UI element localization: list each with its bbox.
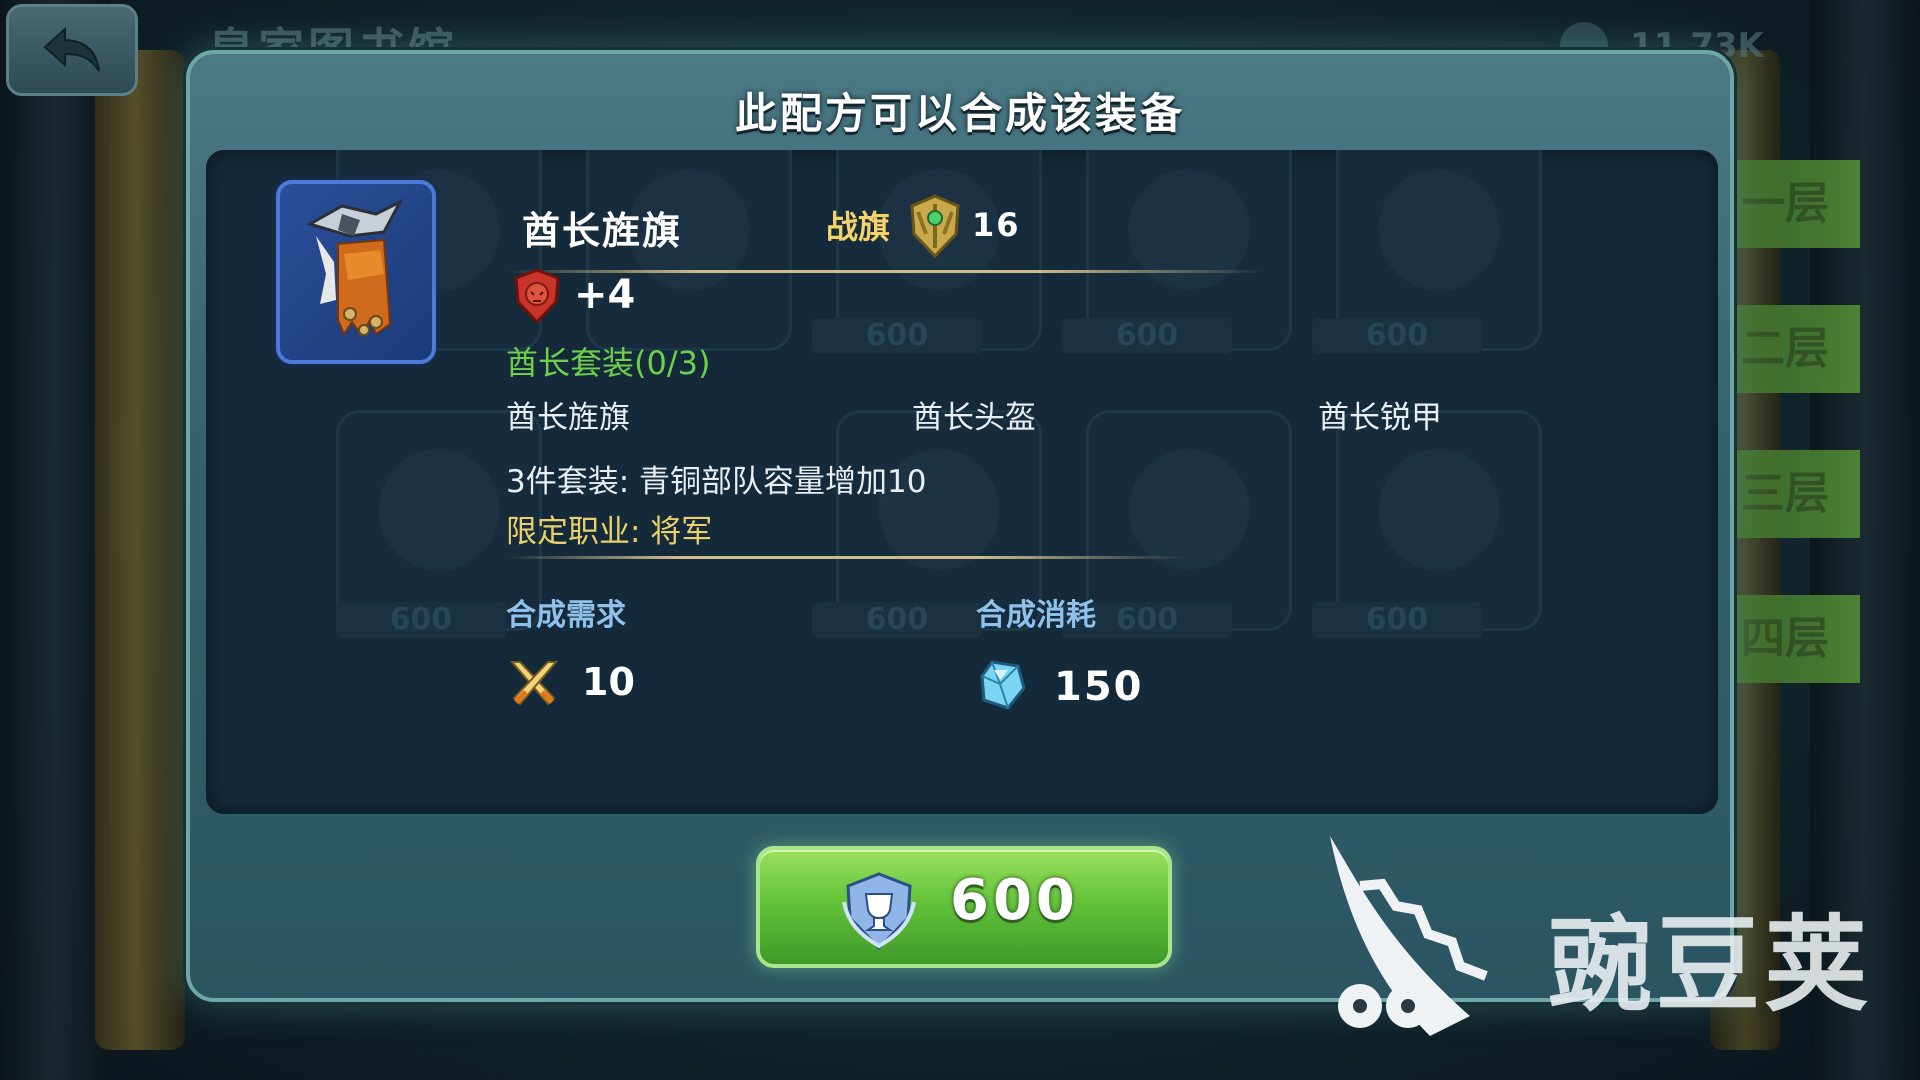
item-type: 战旗 — [826, 208, 891, 246]
ghost-price: 600 — [812, 318, 982, 354]
ghost-card — [1086, 410, 1292, 631]
back-button[interactable] — [6, 4, 138, 96]
banner-badge-icon — [910, 194, 960, 258]
ghost-price: 600 — [1312, 602, 1482, 638]
ghost-price: 600 — [812, 602, 982, 638]
back-arrow-icon — [43, 26, 100, 72]
set-title: 酋长套装(0/3) — [506, 344, 711, 382]
class-limit: 限定职业: 将军 — [506, 514, 713, 550]
requirement-value: 10 — [582, 660, 635, 704]
section-divider — [506, 556, 1186, 559]
item-name: 酋长旌旗 — [522, 209, 683, 253]
trophy-medal-icon — [842, 872, 916, 951]
crossed-swords-icon — [509, 661, 559, 706]
stat-value: +4 — [574, 272, 636, 318]
ghost-card — [1336, 410, 1542, 631]
item-portrait — [276, 180, 436, 364]
dialog-title: 此配方可以合成该装备 — [734, 89, 1185, 138]
watermark-text: 豌豆荚 — [1548, 904, 1873, 1026]
lion-crest-icon — [514, 268, 560, 324]
cost-value: 150 — [1054, 664, 1144, 710]
set-piece: 酋长锐甲 — [1318, 400, 1442, 436]
banner-icon — [306, 198, 404, 338]
blue-crystal-icon — [980, 660, 1026, 710]
set-piece: 酋长头盔 — [912, 400, 1036, 436]
set-bonus: 3件套装: 青铜部队容量增加10 — [506, 464, 927, 500]
set-piece: 酋长旌旗 — [506, 400, 630, 436]
item-level: 16 — [972, 206, 1021, 244]
background-pillar — [0, 0, 110, 1080]
ghost-price: 600 — [1062, 318, 1232, 354]
pea-pod-logo — [1330, 836, 1488, 1036]
item-detail-panel: 600 600 600 600 600 600 600 酋长旌旗 战旗 16 +… — [206, 150, 1718, 814]
confirm-price: 600 — [950, 868, 1079, 933]
craft-confirm-button[interactable]: 600 — [756, 846, 1172, 968]
ghost-price: 600 — [336, 602, 506, 638]
background-scroll — [95, 50, 185, 1050]
ghost-price: 600 — [1312, 318, 1482, 354]
requirement-label: 合成需求 — [506, 598, 626, 633]
cost-label: 合成消耗 — [976, 598, 1096, 633]
